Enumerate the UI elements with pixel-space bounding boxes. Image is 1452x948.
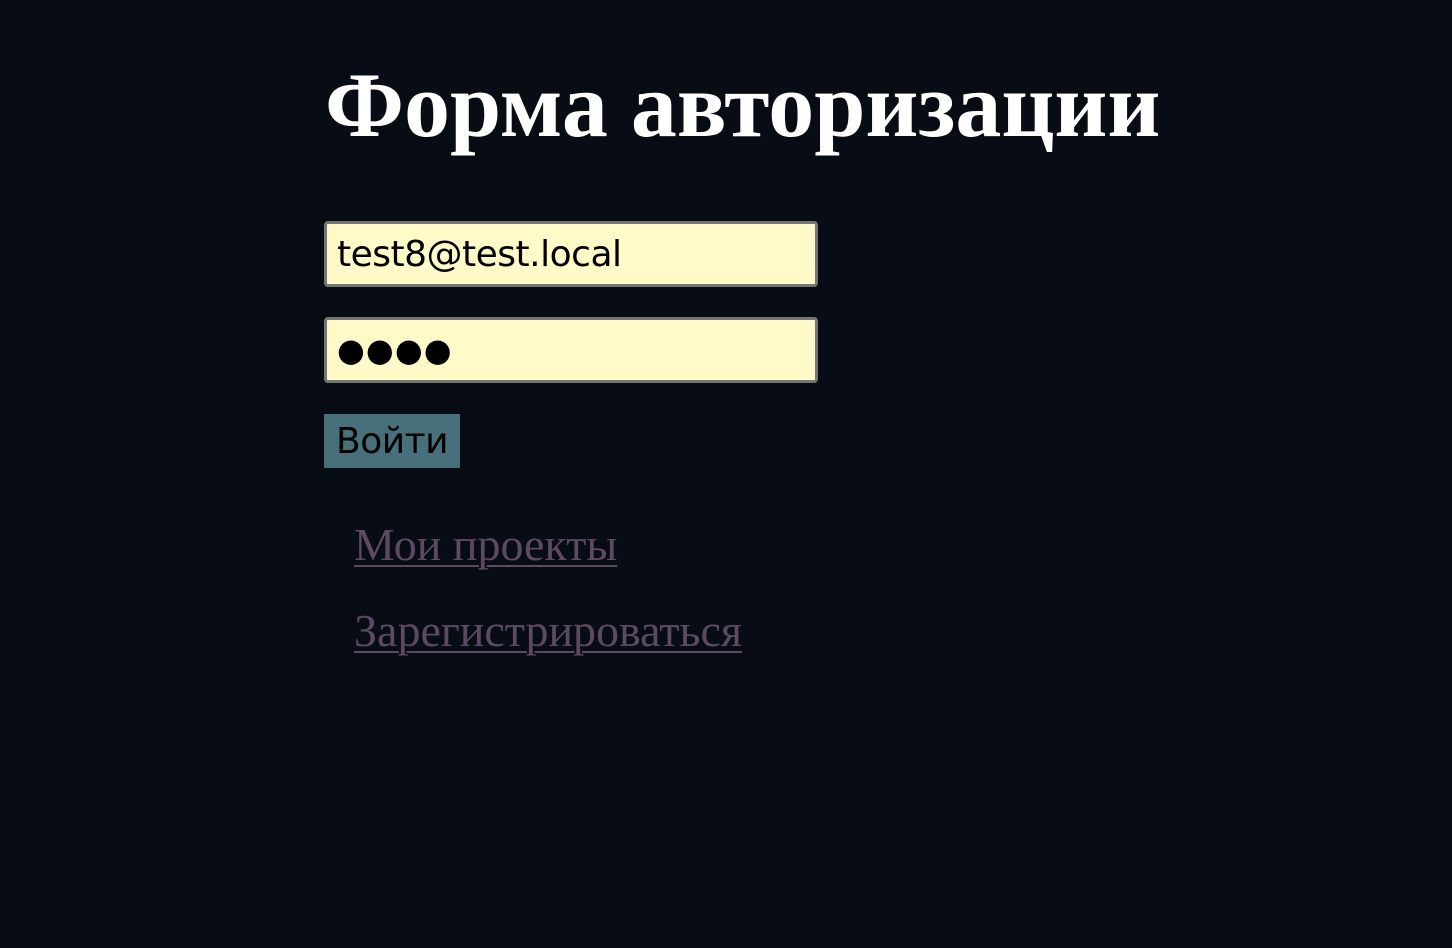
my-projects-link[interactable]: Мои проекты — [354, 518, 617, 572]
email-field-value: test8@test.local — [337, 233, 622, 275]
login-button[interactable]: Войти — [324, 414, 460, 468]
password-field[interactable]: ●●●● — [324, 317, 818, 383]
password-field-mask: ●●●● — [337, 331, 453, 369]
email-field[interactable]: test8@test.local — [324, 221, 818, 287]
register-link[interactable]: Зарегистрироваться — [354, 604, 742, 658]
page-title: Форма авторизации — [325, 54, 1161, 156]
login-page: Форма авторизации test8@test.local ●●●● … — [0, 0, 1452, 948]
login-button-label: Войти — [336, 420, 449, 462]
